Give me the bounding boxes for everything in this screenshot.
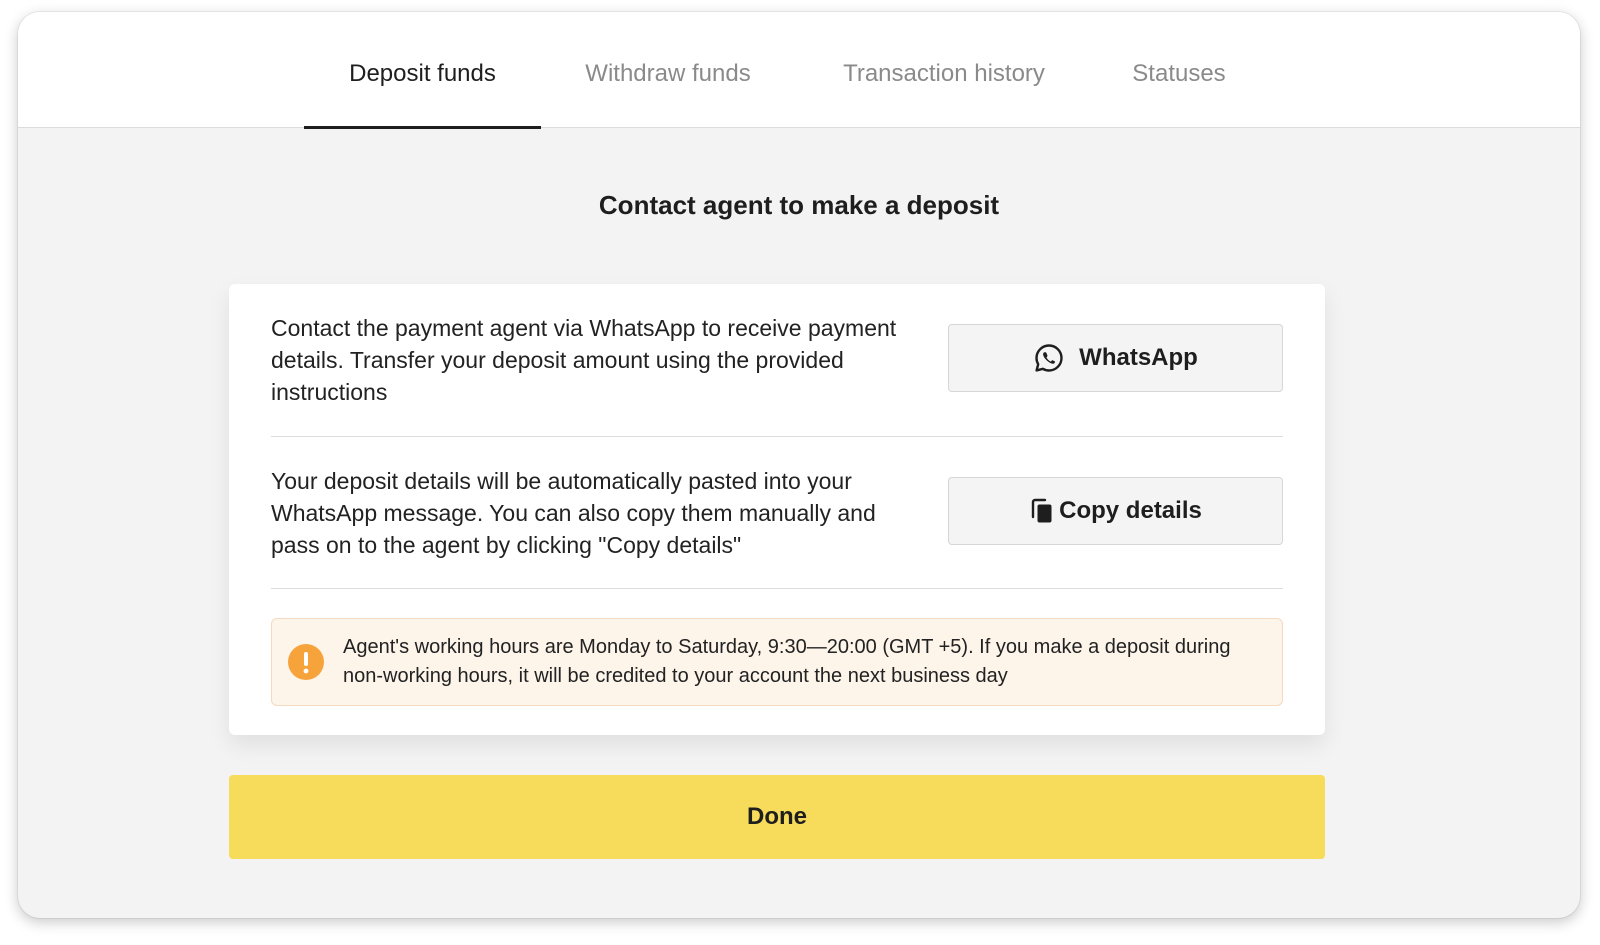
divider bbox=[271, 588, 1283, 589]
step-copy-details: Your deposit details will be automatical… bbox=[271, 465, 1283, 565]
deposit-dialog: Deposit funds Withdraw funds Transaction… bbox=[18, 12, 1580, 918]
step-copy-details-text: Your deposit details will be automatical… bbox=[271, 468, 876, 558]
step-whatsapp-text: Contact the payment agent via WhatsApp t… bbox=[271, 315, 897, 405]
page-title: Contact agent to make a deposit bbox=[598, 190, 1000, 220]
copy-icon bbox=[1029, 497, 1055, 525]
copy-details-button[interactable]: Copy details bbox=[948, 477, 1283, 545]
whatsapp-icon bbox=[1033, 342, 1065, 374]
notice-text: Agent's working hours are Monday to Satu… bbox=[343, 636, 1231, 687]
whatsapp-button[interactable]: WhatsApp bbox=[948, 324, 1283, 392]
instructions-card: Contact the payment agent via WhatsApp t… bbox=[229, 284, 1325, 735]
working-hours-notice: Agent's working hours are Monday to Satu… bbox=[271, 618, 1283, 706]
warning-icon bbox=[288, 644, 324, 680]
done-button[interactable]: Done bbox=[229, 775, 1325, 859]
step-whatsapp: Contact the payment agent via WhatsApp t… bbox=[271, 312, 1283, 412]
tab-statuses[interactable]: Statuses bbox=[1114, 12, 1244, 128]
tab-deposit-funds[interactable]: Deposit funds bbox=[304, 12, 541, 129]
divider bbox=[271, 436, 1283, 437]
tab-withdraw-funds[interactable]: Withdraw funds bbox=[563, 12, 773, 128]
whatsapp-button-label: WhatsApp bbox=[1079, 344, 1198, 371]
tab-transaction-history[interactable]: Transaction history bbox=[819, 12, 1069, 128]
copy-details-button-label: Copy details bbox=[1059, 497, 1202, 524]
tab-bar: Deposit funds Withdraw funds Transaction… bbox=[18, 12, 1580, 129]
